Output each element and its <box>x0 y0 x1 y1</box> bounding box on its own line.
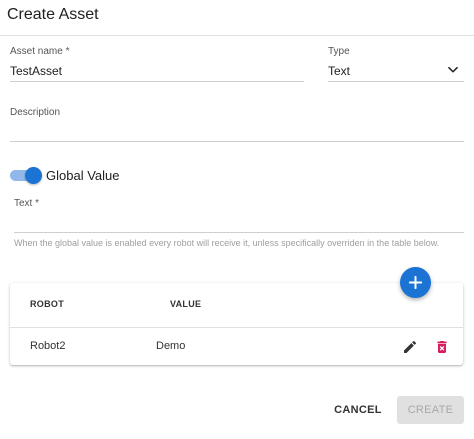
robot-values-table: ROBOT VALUE Robot2 Demo <box>10 283 463 365</box>
delete-trash-icon[interactable] <box>434 339 450 355</box>
create-button: CREATE <box>397 396 464 424</box>
asset-name-label: Asset name * <box>10 46 70 57</box>
type-select[interactable]: Text <box>328 64 350 78</box>
asset-name-underline <box>10 81 304 82</box>
column-header-robot: ROBOT <box>30 299 64 309</box>
dialog-title: Create Asset <box>7 6 99 23</box>
header-divider <box>10 327 463 328</box>
description-underline <box>10 141 464 142</box>
text-underline <box>14 232 464 233</box>
column-header-value: VALUE <box>170 299 202 309</box>
global-value-label: Global Value <box>46 168 120 183</box>
table-cell-value: Demo <box>156 340 186 352</box>
description-label: Description <box>10 107 61 118</box>
chevron-down-icon[interactable] <box>446 63 460 77</box>
type-label: Type <box>328 46 350 57</box>
global-value-helper-text: When the global value is enabled every r… <box>14 238 440 248</box>
asset-name-input[interactable]: TestAsset <box>10 64 62 78</box>
edit-pencil-icon[interactable] <box>402 339 418 355</box>
add-robot-value-button[interactable] <box>400 267 431 298</box>
toggle-thumb <box>25 167 42 184</box>
text-label: Text * <box>14 198 40 209</box>
table-cell-robot: Robot2 <box>30 340 66 352</box>
global-value-toggle[interactable] <box>10 167 42 184</box>
plus-icon <box>408 275 423 290</box>
cancel-button[interactable]: CANCEL <box>330 398 386 422</box>
dialog-header: Create Asset <box>0 0 474 36</box>
type-underline <box>328 81 464 82</box>
